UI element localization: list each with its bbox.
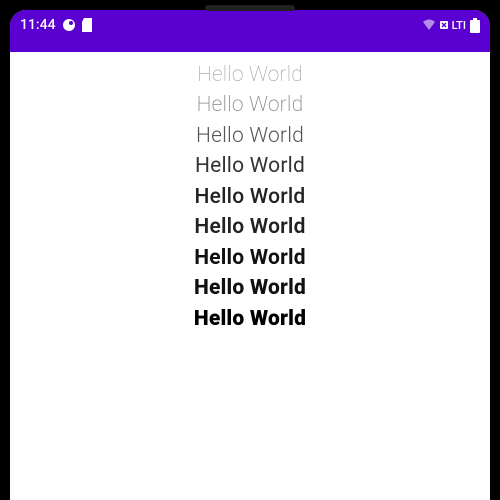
text-line: Hello World xyxy=(196,121,304,151)
text-line: Hello World xyxy=(194,273,306,303)
battery-icon xyxy=(470,18,480,33)
text-line: Hello World xyxy=(197,60,303,90)
app-bar xyxy=(10,40,490,52)
device-frame: 11:44 LTI xyxy=(0,0,500,500)
text-line: Hello World xyxy=(194,304,306,334)
content-area: Hello World Hello World Hello World Hell… xyxy=(10,52,490,500)
text-line: Hello World xyxy=(194,243,306,273)
status-right: LTI xyxy=(422,18,480,33)
text-line: Hello World xyxy=(195,151,305,181)
clock-text: 11:44 xyxy=(20,17,56,33)
status-left: 11:44 xyxy=(20,17,94,33)
no-signal-icon xyxy=(440,21,448,29)
text-line: Hello World xyxy=(195,182,306,212)
wifi-icon xyxy=(422,19,436,31)
text-line: Hello World xyxy=(197,90,304,120)
network-label: LTI xyxy=(452,19,466,32)
app-circle-icon xyxy=(62,18,76,32)
text-line: Hello World xyxy=(194,212,305,242)
sd-card-icon xyxy=(82,18,94,32)
status-bar: 11:44 LTI xyxy=(10,10,490,40)
screen: 11:44 LTI xyxy=(10,10,490,500)
